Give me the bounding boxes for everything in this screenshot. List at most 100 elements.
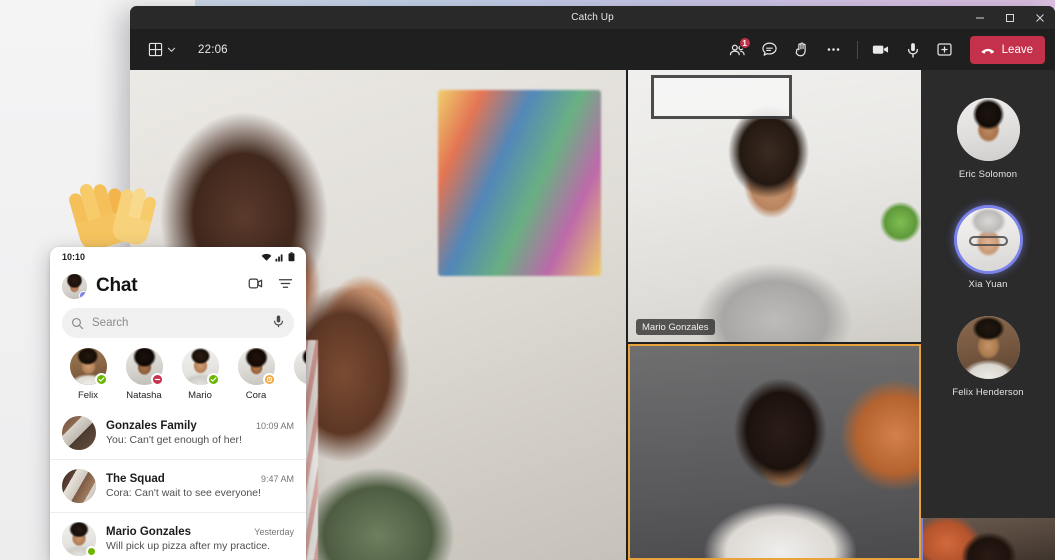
rail-participant-name: Xia Yuan [968, 279, 1008, 290]
avatar [956, 98, 1020, 161]
avatar [62, 522, 97, 557]
chat-title: The Squad [106, 473, 165, 485]
people-strip: Felix Natasha Mario Cora [50, 338, 306, 405]
rail-participant-name: Eric Solomon [958, 169, 1018, 180]
participant-rail: Eric Solomon Xia Yuan Felix Henderson [921, 70, 1055, 560]
people-count-badge: 1 [738, 36, 751, 49]
mario-video-tile[interactable]: Mario Gonzales [628, 70, 921, 342]
chat-list: Gonzales Family 10:09 AM You: Can't get … [50, 407, 306, 560]
chat-icon[interactable] [755, 36, 785, 64]
cellular-signal-icon [275, 253, 283, 261]
avatar [62, 469, 96, 503]
video-camera-icon[interactable] [247, 275, 264, 297]
people-icon[interactable]: 1 [723, 36, 753, 64]
mario-video-feed [628, 70, 921, 342]
toolbar-divider [856, 40, 858, 59]
chat-time: 10:09 AM [255, 421, 294, 431]
gallery-view-button[interactable] [144, 39, 180, 60]
phone-status-bar: 10:10 [50, 247, 306, 266]
chat-time: 9:47 AM [260, 474, 294, 484]
person-chip[interactable]: Mario [172, 348, 228, 401]
avatar [69, 348, 108, 386]
list-item[interactable]: The Squad 9:47 AM Cora: Can't wait to se… [50, 459, 306, 512]
list-item[interactable]: Gonzales Family 10:09 AM You: Can't get … [50, 407, 306, 459]
camera-icon[interactable] [866, 36, 896, 64]
decorative-picture-frame [651, 75, 793, 119]
avatar[interactable] [62, 273, 87, 299]
chat-title: Mario Gonzales [106, 526, 191, 538]
presence-badge [86, 546, 97, 557]
page-title: Chat [96, 275, 138, 296]
chat-preview: Cora: Can't wait to see everyone! [106, 487, 261, 499]
phone-header: Chat [50, 266, 306, 306]
list-item-body: The Squad 9:47 AM Cora: Can't wait to se… [106, 473, 294, 499]
rail-participant-xia[interactable]: Xia Yuan [921, 208, 1055, 290]
share-screen-icon[interactable] [930, 36, 960, 64]
person-chip[interactable]: Eri [284, 348, 306, 401]
presence-badge [262, 373, 276, 386]
leave-button-label: Leave [1001, 43, 1033, 56]
chat-preview: Will pick up pizza after my practice. [106, 540, 270, 552]
hang-up-icon [981, 48, 994, 53]
avatar [125, 348, 164, 386]
presence-badge [79, 290, 87, 299]
list-item-body: Mario Gonzales Yesterday Will pick up pi… [106, 526, 294, 552]
rail-participant-eric[interactable]: Eric Solomon [921, 98, 1055, 180]
list-item[interactable]: Mario Gonzales Yesterday Will pick up pi… [50, 512, 306, 560]
person-chip[interactable]: Natasha [116, 348, 172, 401]
search-icon [71, 317, 84, 329]
presence-badge [150, 373, 164, 386]
close-icon[interactable] [1025, 6, 1055, 29]
rail-participant-felix[interactable]: Felix Henderson [921, 316, 1055, 398]
rail-partial-video-tile[interactable] [921, 518, 1055, 560]
battery-icon [288, 251, 295, 261]
presence-badge [94, 373, 108, 386]
more-options-icon[interactable] [819, 36, 849, 64]
priya-video-feed [630, 346, 919, 558]
chevron-down-icon [167, 47, 176, 53]
mobile-chat-overlay: 10:10 Chat Search Felix Natasha Mario Co… [50, 247, 306, 560]
toolbar-right-group: 1 Leave [723, 35, 1045, 64]
raise-hand-icon[interactable] [787, 36, 817, 64]
person-name: Mario [188, 390, 212, 401]
window-title: Catch Up [571, 12, 614, 23]
rail-participant-name: Felix Henderson [952, 387, 1024, 398]
meeting-toolbar: 22:06 1 Leave [130, 29, 1055, 70]
phone-status-time: 10:10 [62, 251, 86, 262]
minimize-icon[interactable] [965, 6, 995, 29]
search-placeholder: Search [92, 317, 129, 329]
avatar [237, 348, 276, 386]
person-chip[interactable]: Felix [60, 348, 116, 401]
search-input[interactable]: Search [62, 308, 294, 338]
avatar [956, 316, 1020, 379]
chat-time: Yesterday [254, 527, 294, 537]
leave-button[interactable]: Leave [969, 35, 1045, 64]
person-chip[interactable]: Cora [228, 348, 284, 401]
meeting-timer: 22:06 [198, 43, 228, 56]
phone-header-actions [247, 275, 294, 297]
avatar [956, 208, 1020, 271]
phone-status-icons [261, 251, 295, 262]
list-item-body: Gonzales Family 10:09 AM You: Can't get … [106, 420, 294, 446]
chat-preview: You: Can't get enough of her! [106, 434, 242, 446]
person-name: Cora [245, 390, 267, 401]
maximize-icon[interactable] [995, 6, 1025, 29]
wifi-icon [261, 253, 272, 261]
window-controls [965, 6, 1055, 29]
window-titlebar: Catch Up [130, 6, 1055, 29]
avatar [62, 416, 96, 450]
filter-icon[interactable] [277, 275, 294, 297]
tile-name-label: Mario Gonzales [636, 319, 715, 335]
presence-badge [206, 373, 220, 386]
microphone-icon[interactable] [272, 314, 285, 333]
chat-title: Gonzales Family [106, 420, 197, 432]
priya-video-tile[interactable] [628, 344, 921, 560]
toolbar-left-group: 22:06 [144, 39, 228, 60]
microphone-icon[interactable] [898, 36, 928, 64]
avatar [293, 348, 306, 385]
person-name: Felix [77, 390, 99, 401]
avatar [181, 348, 220, 386]
grid-icon [148, 42, 163, 57]
rail-partial-feed [923, 518, 1055, 560]
person-name: Natasha [126, 390, 162, 401]
